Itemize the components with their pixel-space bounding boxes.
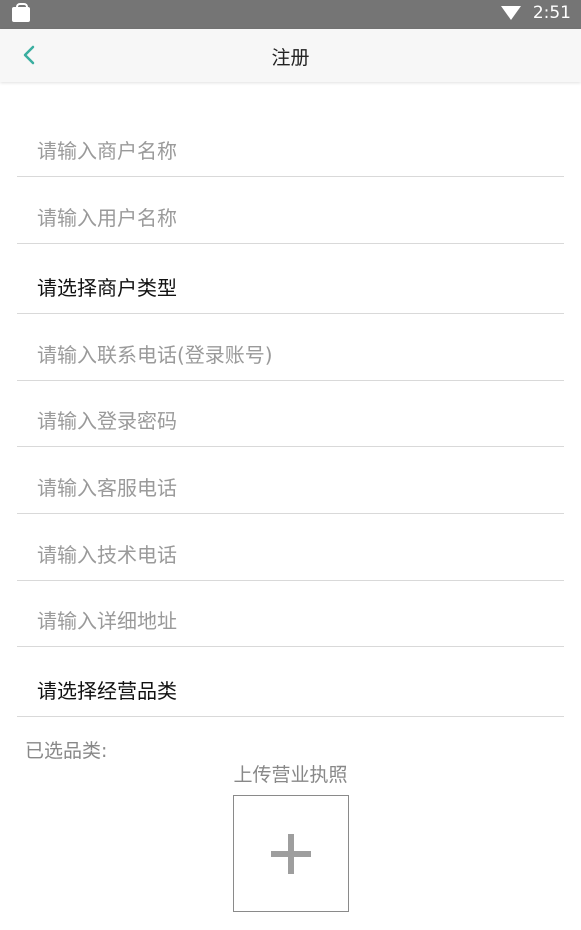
service-phone-placeholder: 请输入客服电话: [37, 476, 177, 500]
merchant-type-label: 请选择商户类型: [37, 276, 177, 300]
username-placeholder: 请输入用户名称: [37, 206, 177, 230]
business-category-label: 请选择经营品类: [37, 679, 177, 703]
merchant-name-input[interactable]: 请输入商户名称: [17, 110, 564, 177]
status-right: 2:51: [500, 3, 571, 23]
tech-phone-input[interactable]: 请输入技术电话: [17, 514, 564, 581]
selected-categories-label: 已选品类:: [25, 740, 108, 762]
plus-icon: [271, 834, 311, 874]
password-input[interactable]: 请输入登录密码: [17, 380, 564, 447]
merchant-type-select[interactable]: 请选择商户类型: [17, 247, 564, 314]
status-bar: 2:51: [0, 0, 581, 29]
tech-phone-placeholder: 请输入技术电话: [37, 543, 177, 567]
page-title: 注册: [271, 47, 310, 69]
status-time: 2:51: [532, 3, 571, 23]
service-phone-input[interactable]: 请输入客服电话: [17, 447, 564, 514]
password-placeholder: 请输入登录密码: [37, 409, 177, 433]
address-input[interactable]: 请输入详细地址: [17, 580, 564, 647]
upload-license-label: 上传营业执照: [233, 764, 348, 786]
contact-phone-input[interactable]: 请输入联系电话(登录账号): [17, 314, 564, 381]
toolbar: 注册: [0, 29, 581, 82]
wifi-icon: [500, 6, 521, 20]
contact-phone-placeholder: 请输入联系电话(登录账号): [37, 343, 273, 367]
username-input[interactable]: 请输入用户名称: [17, 177, 564, 244]
address-placeholder: 请输入详细地址: [37, 609, 177, 633]
business-category-select[interactable]: 请选择经营品类: [17, 650, 564, 717]
shopping-bag-icon: [12, 3, 30, 22]
merchant-name-placeholder: 请输入商户名称: [37, 139, 177, 163]
upload-license-button[interactable]: [233, 795, 349, 912]
